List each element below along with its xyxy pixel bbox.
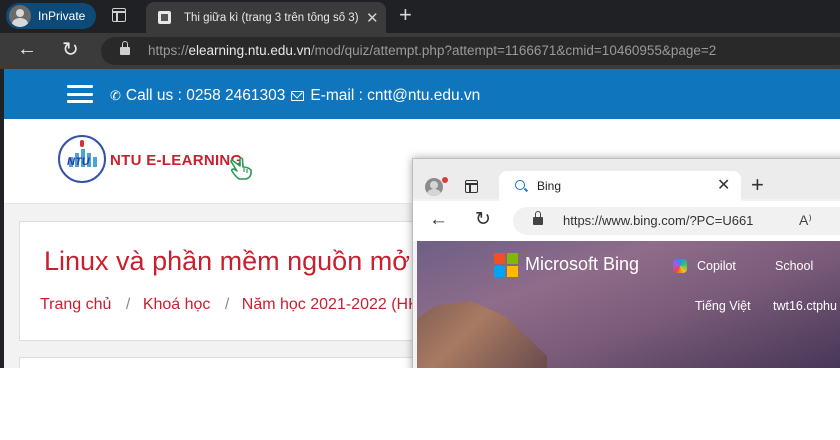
breadcrumb-separator: / [224,296,230,313]
breadcrumb: Trang chủ / Khoá học / Năm học 2021-2022… [40,296,433,314]
nav-copilot[interactable]: Copilot [697,259,736,273]
background-rock-image [417,301,547,368]
tab-quiz[interactable]: Thi giữa kì (trang 3 trên tổng số 3) ✕ [146,2,386,33]
tab-title: Bing [537,179,562,193]
nav-school[interactable]: School [775,259,813,273]
site-logo-text[interactable]: NTU E-LEARNING [110,152,243,169]
back-button[interactable]: ← [17,38,37,61]
reload-button[interactable]: ↻ [475,208,491,231]
envelope-icon [291,91,305,101]
search-icon [515,180,525,190]
bing-brand-text[interactable]: Microsoft Bing [525,254,639,275]
url-host: elearning.ntu.edu.vn [188,43,311,58]
logo-mark-text: NTU [67,156,90,168]
profile-avatar-icon [9,5,31,27]
breadcrumb-academic-year[interactable]: Năm học 2021-2022 (HK2) [242,296,433,313]
browser-toolbar: ← ↻ https://elearning.ntu.edu.vn/mod/qui… [0,33,840,69]
address-url[interactable]: https://www.bing.com/?PC=U661 [563,213,753,228]
profile-button[interactable]: InPrivate [6,3,96,29]
tab-title: Thi giữa kì (trang 3 trên tổng số 3) [184,11,359,24]
bing-homepage: Microsoft Bing Copilot School Tiếng Việt… [417,241,840,368]
profile-label: InPrivate [38,9,86,23]
pointing-hand-icon [230,157,252,180]
tab-bing[interactable]: Bing ✕ [499,171,741,201]
url-path: /mod/quiz/attempt.php?attempt=1166671&cm… [310,43,717,58]
tab-close-icon[interactable]: ✕ [366,9,379,27]
profile-avatar-icon[interactable] [425,178,443,196]
address-bar[interactable]: https://elearning.ntu.edu.vn/mod/quiz/at… [101,37,840,65]
course-title: Linux và phần mềm nguồn mở [44,246,410,276]
email-text[interactable]: E-mail : cntt@ntu.edu.vn [310,87,480,105]
hamburger-menu-icon[interactable] [67,85,93,103]
lock-icon[interactable] [533,211,543,225]
ntu-logo-icon[interactable]: NTU [58,135,106,183]
notification-dot-icon [442,177,448,183]
tab-close-icon[interactable]: ✕ [717,175,730,195]
address-url[interactable]: https://elearning.ntu.edu.vn/mod/quiz/at… [148,43,716,58]
read-aloud-icon[interactable]: A⁾ [799,212,812,229]
tab-actions-icon[interactable] [112,8,126,22]
site-top-bar: ✆ Call us : 0258 2461303 E-mail : cntt@n… [4,69,840,119]
microsoft-logo-icon[interactable] [494,253,518,277]
bing-toolbar: ← ↻ https://www.bing.com/?PC=U661 A⁾ [413,201,840,241]
tab-actions-icon[interactable] [465,180,478,193]
breadcrumb-separator: / [125,296,131,313]
new-tab-button[interactable]: + [399,3,412,27]
lock-icon[interactable] [120,41,130,55]
phone-icon: ✆ [110,88,121,103]
breadcrumb-home[interactable]: Trang chủ [40,296,111,313]
reload-button[interactable]: ↻ [62,37,79,62]
contact-info: ✆ Call us : 0258 2461303 E-mail : cntt@n… [110,87,480,105]
browser-tab-strip: InPrivate Thi giữa kì (trang 3 trên tổng… [0,0,840,33]
call-us-text: Call us : 0258 2461303 [125,87,286,104]
bing-browser-window[interactable]: Bing ✕ + ← ↻ https://www.bing.com/?PC=U6… [412,158,840,368]
address-bar[interactable]: https://www.bing.com/?PC=U661 A⁾ [513,207,840,235]
account-name[interactable]: twt16.ctphu [773,299,837,313]
copilot-icon[interactable] [673,259,687,273]
breadcrumb-courses[interactable]: Khoá học [143,296,211,313]
url-scheme: https:// [148,43,189,58]
page-favicon-icon [158,11,171,24]
screenshot: InPrivate Thi giữa kì (trang 3 trên tổng… [0,0,840,368]
bing-tab-strip: Bing ✕ + [413,159,840,201]
new-tab-button[interactable]: + [751,172,764,198]
back-button[interactable]: ← [429,209,448,231]
language-link[interactable]: Tiếng Việt [695,299,751,313]
